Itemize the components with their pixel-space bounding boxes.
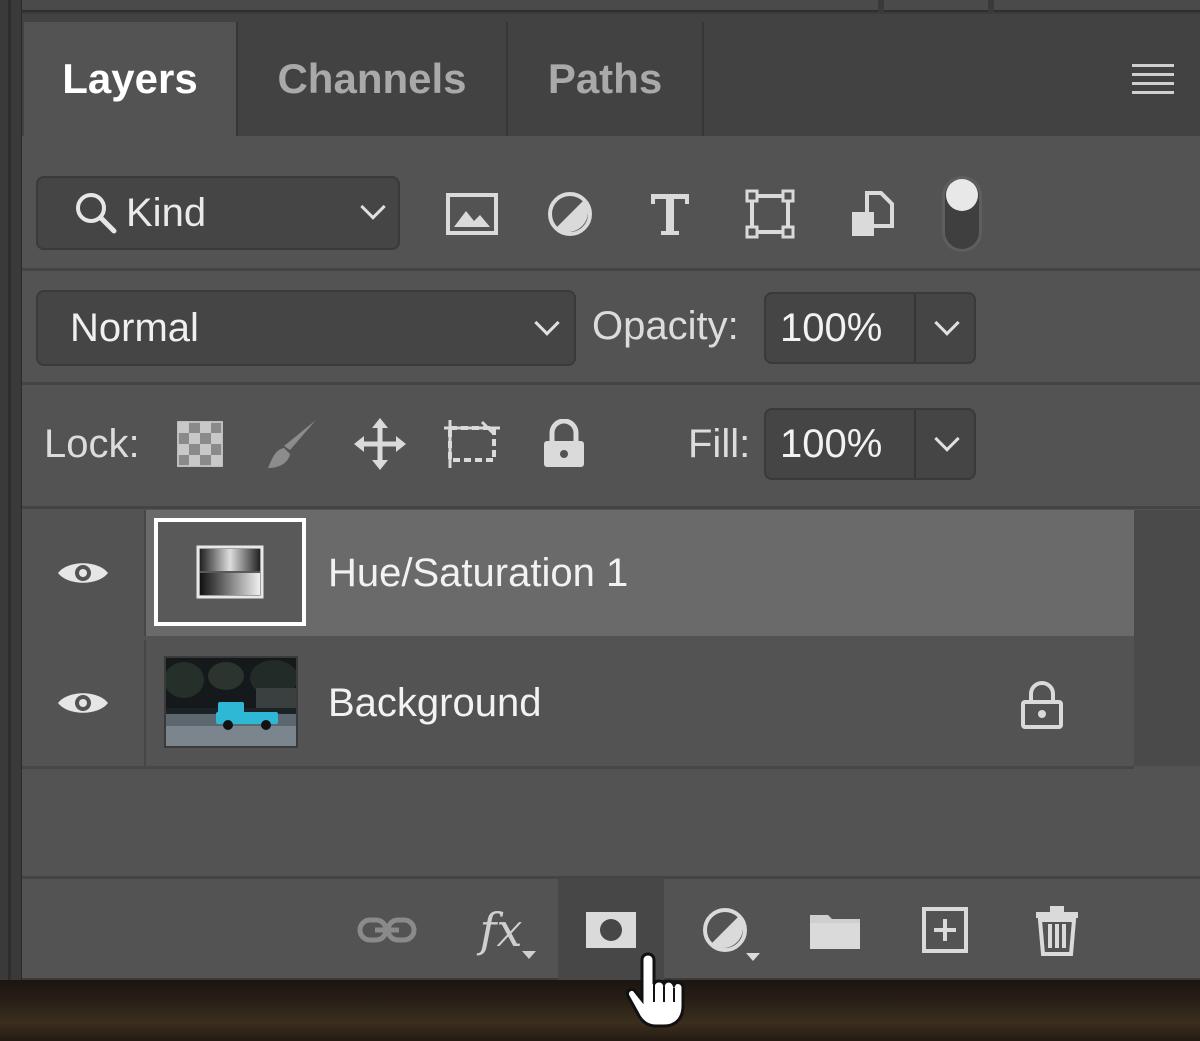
new-layer-icon[interactable]: [910, 895, 980, 965]
lock-position-icon[interactable]: [350, 414, 410, 474]
shape-filter-icon[interactable]: [742, 186, 798, 242]
workspace-left-edge: [0, 0, 22, 980]
hand-pointer-cursor-icon: [626, 952, 685, 1028]
layer-row-background[interactable]: Background: [22, 640, 1134, 766]
divider: [22, 506, 1200, 509]
lock-all-icon[interactable]: [534, 414, 594, 474]
chevron-down-icon: [534, 310, 560, 336]
adjustment-layer-thumbnail[interactable]: [154, 518, 306, 626]
opacity-label: Opacity:: [592, 304, 739, 348]
blend-mode-select[interactable]: Normal: [36, 290, 576, 366]
opacity-dropdown-icon[interactable]: [934, 310, 960, 336]
fx-icon[interactable]: fx: [466, 895, 536, 965]
eye-icon: [58, 563, 108, 583]
layer-name[interactable]: Hue/Saturation 1: [328, 510, 628, 636]
fill-label: Fill:: [688, 422, 751, 466]
fill-field[interactable]: 100%: [764, 408, 976, 480]
layers-panel: Layers Channels Paths Kind Normal Opacit…: [22, 14, 1200, 981]
smart-object-filter-icon[interactable]: [844, 186, 900, 242]
fill-dropdown-icon[interactable]: [934, 426, 960, 452]
divider: [22, 382, 1200, 385]
opacity-value[interactable]: 100%: [780, 294, 882, 362]
link-layers-icon[interactable]: [352, 895, 422, 965]
adjustment-filter-icon[interactable]: [542, 186, 598, 242]
layer-name[interactable]: Background: [328, 640, 541, 766]
fill-value[interactable]: 100%: [780, 410, 882, 478]
panel-menu-icon[interactable]: [1132, 64, 1174, 94]
lock-artboard-icon[interactable]: [442, 414, 502, 474]
layer-row-hue-saturation[interactable]: Hue/Saturation 1: [22, 510, 1134, 636]
layers-list-scroll-gutter: [1134, 510, 1200, 766]
tab-layers[interactable]: Layers: [24, 22, 238, 136]
toggle-knob: [946, 179, 978, 211]
visibility-toggle[interactable]: [22, 640, 146, 766]
fx-label: fx: [479, 903, 523, 957]
divider: [22, 268, 1200, 271]
filter-kind-label: Kind: [126, 190, 207, 235]
hue-saturation-icon: [196, 545, 264, 599]
tab-paths[interactable]: Paths: [508, 22, 704, 136]
panel-tab-bar: Layers Channels Paths: [22, 14, 1200, 136]
lock-label: Lock:: [44, 422, 140, 466]
image-filter-icon[interactable]: [444, 186, 500, 242]
delete-layer-icon[interactable]: [1022, 895, 1092, 965]
filter-toggle[interactable]: [942, 176, 982, 252]
background-layer-thumbnail[interactable]: [164, 656, 298, 748]
divider: [22, 766, 1134, 769]
new-group-icon[interactable]: [800, 895, 870, 965]
canvas-background-image: [0, 980, 1200, 1041]
lock-image-icon[interactable]: [262, 414, 322, 474]
type-filter-icon[interactable]: [642, 186, 698, 242]
chevron-down-icon: [360, 194, 386, 220]
blend-mode-value: Normal: [70, 305, 199, 350]
eye-icon: [58, 693, 108, 713]
filter-kind-select[interactable]: Kind: [36, 176, 400, 250]
opacity-field[interactable]: 100%: [764, 292, 976, 364]
photo-truck-image: [166, 658, 296, 746]
tab-channels[interactable]: Channels: [238, 22, 508, 136]
layers-bottom-toolbar: fx: [22, 876, 1200, 981]
layer-lock-icon: [1021, 681, 1063, 729]
lock-transparent-icon[interactable]: [170, 414, 230, 474]
panel-top-strip: [22, 0, 1200, 12]
new-adjustment-icon[interactable]: [690, 895, 760, 965]
visibility-toggle[interactable]: [22, 510, 146, 636]
search-icon: [76, 193, 117, 234]
